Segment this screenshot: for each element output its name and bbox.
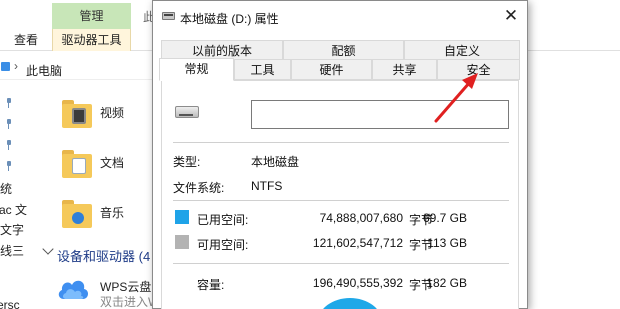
volume-name-input[interactable] [251, 100, 509, 129]
section-title-devices[interactable]: 设备和驱动器 (4 [57, 246, 150, 265]
dialog-titlebar[interactable]: 本地磁盘 (D:) 属性 ✕ [153, 1, 527, 32]
type-label: 类型: [173, 155, 201, 169]
divider [173, 263, 509, 264]
capacity-bytes: 196,490,555,392 [312, 276, 403, 290]
free-space-label: 可用空间: [197, 238, 249, 252]
nav-item-fragment[interactable]: 统 [0, 180, 12, 197]
breadcrumb-separator-icon: › [14, 59, 18, 73]
type-value: 本地磁盘 [251, 155, 300, 169]
nav-item-fragment[interactable]: ersc [0, 298, 20, 309]
tab-customize[interactable]: 自定义 [404, 40, 520, 61]
manage-tab[interactable]: 管理 [52, 3, 131, 29]
breadcrumb[interactable]: 此电脑 [26, 62, 62, 79]
tab-view[interactable]: 查看 [14, 29, 38, 51]
drive-icon [175, 106, 199, 118]
pin-icon[interactable] [5, 98, 13, 108]
cloud-drive-subtitle: 双击进入W [100, 295, 160, 309]
tab-general[interactable]: 常规 [159, 58, 234, 81]
tab-security[interactable]: 安全 [437, 59, 520, 80]
nav-item-fragment[interactable]: 文字 [0, 221, 24, 238]
library-label: 视频 [100, 106, 125, 120]
tab-hardware[interactable]: 硬件 [291, 59, 372, 80]
properties-dialog: 本地磁盘 (D:) 属性 ✕ 以前的版本 配额 自定义 常规 工具 硬件 共享 … [152, 0, 528, 309]
tab-quota[interactable]: 配额 [283, 40, 404, 61]
library-label: 文档 [100, 156, 125, 170]
nav-item-fragment[interactable]: 线三 [0, 242, 24, 259]
wps-cloud-icon [58, 280, 89, 299]
free-space-gb: 113 GB [427, 236, 467, 250]
divider [173, 142, 509, 143]
pin-icon[interactable] [5, 161, 13, 171]
filesystem-label: 文件系统: [173, 181, 225, 195]
chevron-down-icon[interactable] [42, 243, 54, 255]
used-space-bytes: 74,888,007,680 [319, 211, 403, 225]
used-space-label: 已用空间: [197, 213, 249, 227]
video-folder-icon [62, 100, 92, 128]
divider [173, 200, 509, 201]
address-bar[interactable] [0, 56, 160, 80]
filesystem-value: NTFS [251, 179, 283, 193]
tab-sharing[interactable]: 共享 [372, 59, 437, 80]
pin-icon[interactable] [5, 140, 13, 150]
capacity-label: 容量: [197, 278, 225, 292]
music-folder-icon [62, 200, 92, 228]
free-space-bytes: 121,602,547,712 [312, 236, 403, 250]
capacity-gb: 182 GB [426, 276, 467, 290]
nav-item-fragment[interactable]: ac 文 [0, 201, 27, 218]
free-space-swatch [175, 235, 189, 249]
drive-icon [162, 12, 175, 20]
used-space-swatch [175, 210, 189, 224]
tab-drive-tools[interactable]: 驱动器工具 [52, 29, 131, 51]
close-button[interactable]: ✕ [499, 4, 523, 28]
document-folder-icon [62, 150, 92, 178]
dialog-title: 本地磁盘 (D:) 属性 [180, 12, 279, 26]
used-space-gb: 69.7 GB [422, 211, 467, 225]
pin-icon[interactable] [5, 119, 13, 129]
computer-icon [1, 62, 10, 71]
tab-tools[interactable]: 工具 [234, 59, 291, 80]
library-label: 音乐 [100, 206, 125, 220]
